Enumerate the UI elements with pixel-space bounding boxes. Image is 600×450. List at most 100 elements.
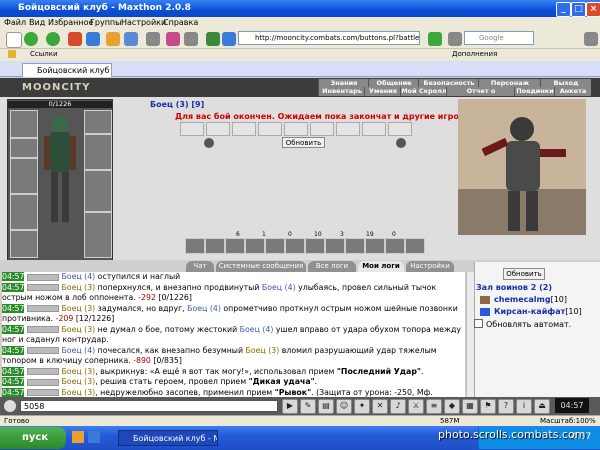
nav-transfers[interactable]: Отчет о переводах [446,87,515,103]
skill-slot[interactable] [285,238,305,254]
fighter-link[interactable]: Боец (3) [61,325,95,334]
armor-slot[interactable] [10,194,38,230]
belt-slot[interactable] [10,230,38,258]
report-icon[interactable]: ⚑ [480,399,496,414]
tab-settings[interactable]: Настройки [406,261,454,272]
taskbar-window-button[interactable]: Бойцовский клуб - M... [118,430,218,446]
amulet-slot[interactable] [10,138,38,158]
fighter-link[interactable]: Боец (3) [61,304,95,313]
settings-icon[interactable]: ≡ [426,399,442,414]
tab-system-messages[interactable]: Системные сообщения [216,261,306,272]
shield-slot[interactable] [84,134,112,170]
mail-icon[interactable] [222,32,236,46]
new-tab-icon[interactable] [6,32,22,48]
skill-slot[interactable] [205,238,225,254]
fight-icon[interactable]: ⚔ [408,399,424,414]
minimize-icon[interactable]: _ [556,2,571,17]
clear-icon[interactable]: ✎ [300,399,316,414]
attack-zone[interactable] [258,122,282,136]
forward-icon[interactable] [46,32,60,46]
log-timestamp[interactable]: 04:57 [2,345,25,355]
skill-slot[interactable] [345,238,365,254]
tab-combats[interactable]: Бойцовский клуб [22,63,112,77]
skill-slot[interactable] [365,238,385,254]
dropdown-icon[interactable] [448,32,462,46]
fighter-name[interactable]: Боец (3) [9] [150,100,204,109]
refresh-users-button[interactable]: Обновить [503,268,545,280]
tab-chat[interactable]: Чат [186,261,214,272]
skill-slot[interactable] [385,238,405,254]
close-icon[interactable]: × [586,2,600,17]
quicklaunch-icon[interactable] [88,431,100,443]
fighter-link[interactable]: Боец (3) [61,283,95,292]
gloves-slot[interactable] [84,110,112,134]
back-icon[interactable] [24,32,38,46]
favorites-icon[interactable] [166,32,180,46]
log-timestamp[interactable]: 04:57 [2,303,25,313]
auto-refresh-checkbox[interactable] [474,319,483,328]
nav-social[interactable]: Общение [368,79,419,87]
fighter-link[interactable]: Боец (4) [187,304,221,313]
filter-icon[interactable]: ▤ [318,399,334,414]
window-title-bar[interactable]: Бойцовский клуб - Maxthon 2.0.8 _ □ × [0,0,600,17]
send-icon[interactable]: ▶ [282,399,298,414]
skill-slot[interactable] [325,238,345,254]
address-input[interactable]: http://mooncity.combats.com/buttons.pl?b… [238,31,420,45]
smile-icon[interactable] [4,400,16,412]
search-input[interactable]: Google [464,31,534,45]
stop-icon[interactable] [68,32,82,46]
helmet-slot[interactable] [10,110,38,138]
pause-icon[interactable]: ◆ [444,399,460,414]
menu-file[interactable]: Файл [4,18,26,27]
nav-security[interactable]: Безопасность [418,79,479,87]
fighter-link[interactable]: Боец (3) [61,367,95,376]
user-list-item[interactable]: Кирсан-кайфат[10] [494,307,582,316]
log-timestamp[interactable]: 04:57 [2,282,25,292]
links-label[interactable]: Ссылки [30,50,58,58]
toolbar-menu-icon[interactable] [584,32,598,46]
help-icon[interactable]: ? [498,399,514,414]
print-icon[interactable] [184,32,198,46]
defense-zone[interactable] [362,122,386,136]
fighter-link[interactable]: Боец (3) [246,346,280,355]
chat-scrollbar[interactable] [466,272,474,397]
attack-zone[interactable] [180,122,204,136]
nav-knowledge[interactable]: Знания [318,79,369,87]
fighter-link[interactable]: Боец (4) [61,272,95,281]
skill-slot[interactable] [245,238,265,254]
tab-all-logs[interactable]: Все логи [308,261,356,272]
skill-slot[interactable] [185,238,205,254]
maximize-icon[interactable]: □ [571,2,586,17]
exit-icon[interactable]: ⏏ [534,399,550,414]
sound-icon[interactable]: ♪ [390,399,406,414]
skill-slot[interactable] [305,238,325,254]
skill-slot[interactable] [225,238,245,254]
renew-button[interactable]: Обновить [282,137,325,148]
nav-inventory[interactable]: Инвентарь [318,87,365,96]
start-button[interactable]: пуск [0,427,66,449]
tab-my-logs[interactable]: Мои логи [358,261,404,272]
nav-battles[interactable]: Поединки [514,87,555,96]
skill-slot[interactable] [265,238,285,254]
log-timestamp[interactable]: 04:57 [2,324,25,334]
log-timestamp[interactable]: 04:57 [2,366,25,376]
nav-exit[interactable]: Выход [540,79,591,87]
chat-input[interactable]: 5058 [20,400,278,412]
menu-favorites[interactable]: Избранное [48,18,93,27]
info-icon[interactable]: i [516,399,532,414]
quicklaunch-icon[interactable] [72,431,84,443]
home-icon[interactable] [106,32,120,46]
speed-icon[interactable]: ✕ [372,399,388,414]
boots-slot[interactable] [84,212,112,258]
nav-scroll[interactable]: Мой Скролл [400,87,447,96]
skill-slot[interactable] [405,238,425,254]
menu-groups[interactable]: Группы [90,18,121,27]
zoom-indicator[interactable]: Масштаб:100% [540,417,596,425]
leggings-slot[interactable] [84,170,112,212]
log-timestamp[interactable]: 04:57 [2,377,25,386]
weapon-slot[interactable] [10,158,38,194]
attack-zone[interactable] [206,122,230,136]
nav-skills[interactable]: Умения [364,87,401,96]
fighter-link[interactable]: Боец (3) [61,377,95,386]
tools-icon[interactable] [146,32,160,46]
